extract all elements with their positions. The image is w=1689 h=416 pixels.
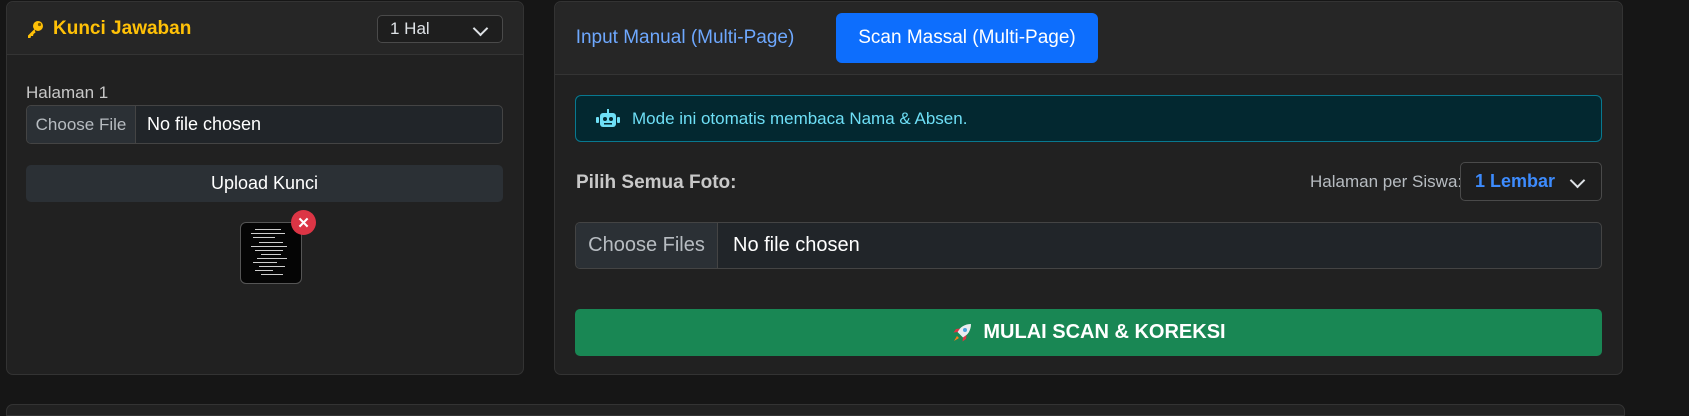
page-1-label: Halaman 1 [26,83,109,102]
robot-icon [596,108,620,129]
tab-input-manual[interactable]: Input Manual (Multi-Page) [565,13,805,63]
start-scan-label: MULAI SCAN & KOREKSI [983,321,1226,343]
photos-file-input[interactable]: Choose Files No file chosen [575,222,1602,269]
tab-scan-massal[interactable]: Scan Massal (Multi-Page) [836,13,1098,63]
start-scan-button[interactable]: MULAI SCAN & KOREKSI [575,309,1602,356]
pages-per-student-label: Halaman per Siswa: [1310,172,1463,191]
choose-files-button[interactable]: Choose Files [576,223,718,268]
file-status-text: No file chosen [147,114,262,134]
page-count-select[interactable]: 1 Hal [377,15,503,43]
answer-key-card: Kunci Jawaban 1 Hal Halaman 1 Choose Fil… [6,1,524,375]
answer-key-thumbnail[interactable] [240,222,302,284]
answer-key-header: Kunci Jawaban 1 Hal [7,2,523,55]
pages-per-student-value: 1 Lembar [1475,171,1556,191]
pages-per-student-select[interactable]: 1 Lembar [1460,162,1602,201]
file-status-text: No file chosen [733,234,860,256]
pick-photos-label: Pilih Semua Foto: [576,172,737,193]
chevron-down-icon [472,20,489,37]
scan-card: Input Manual (Multi-Page) Scan Massal (M… [554,1,1623,375]
rocket-icon [951,322,973,344]
answer-key-title: Kunci Jawaban [25,18,191,40]
chevron-down-icon [1569,172,1586,189]
info-alert-text: Mode ini otomatis membaca Nama & Absen. [632,108,968,128]
info-alert: Mode ini otomatis membaca Nama & Absen. [575,95,1602,142]
scan-tabs-header: Input Manual (Multi-Page) Scan Massal (M… [555,2,1622,75]
answer-key-title-text: Kunci Jawaban [53,18,192,39]
remove-thumbnail-button[interactable]: ✕ [291,210,316,235]
answer-key-file-input[interactable]: Choose File No file chosen [26,105,503,144]
page-count-value: 1 Hal [390,19,430,38]
key-icon [25,19,45,39]
upload-key-button[interactable]: Upload Kunci [26,165,503,202]
choose-file-button[interactable]: Choose File [27,106,136,143]
next-card-edge [6,404,1625,416]
